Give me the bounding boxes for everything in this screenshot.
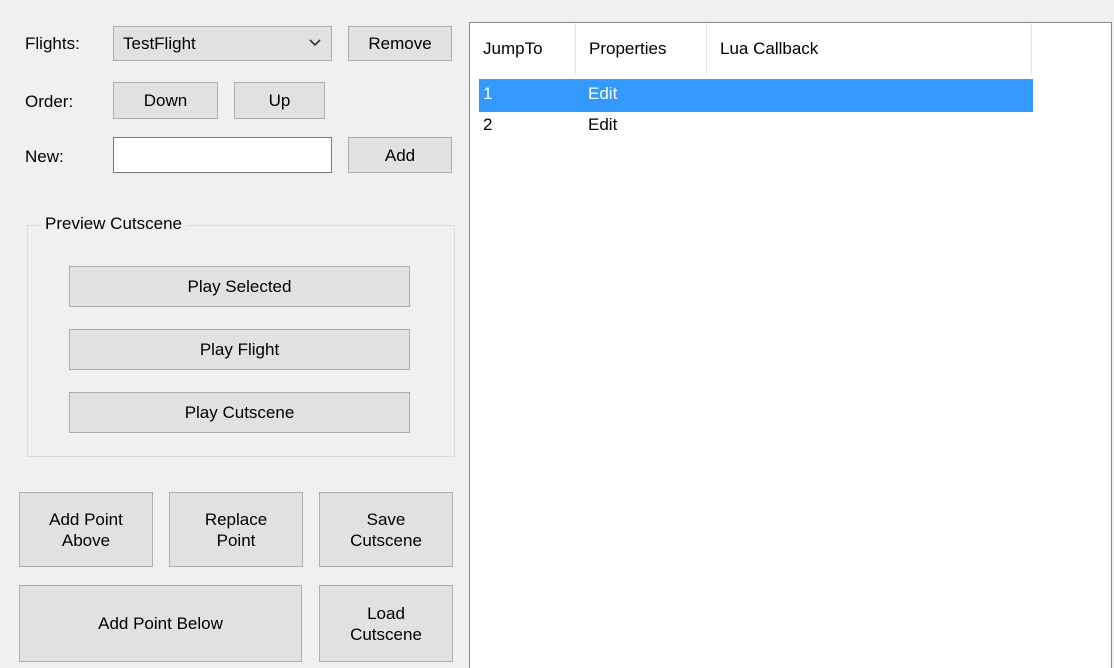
chevron-down-icon (309, 39, 321, 47)
cell-properties[interactable]: Edit (588, 84, 617, 104)
remove-button[interactable]: Remove (348, 26, 452, 61)
flights-label: Flights: (25, 34, 80, 53)
column-header-lua-callback[interactable]: Lua Callback (707, 23, 1032, 75)
cell-jumpto: 1 (483, 84, 493, 103)
points-list-view[interactable]: JumpTo Properties Lua Callback 1 Edit 2 … (469, 22, 1112, 668)
load-cutscene-button[interactable]: Load Cutscene (319, 585, 453, 662)
add-point-above-button[interactable]: Add Point Above (19, 492, 153, 567)
add-point-below-button[interactable]: Add Point Below (19, 585, 302, 662)
order-label: Order: (25, 92, 74, 111)
preview-cutscene-title: Preview Cutscene (41, 214, 187, 234)
cell-properties[interactable]: Edit (588, 115, 617, 135)
column-header-jumpto[interactable]: JumpTo (470, 23, 576, 75)
flights-dropdown-value: TestFlight (123, 33, 196, 53)
replace-point-button[interactable]: Replace Point (169, 492, 303, 567)
play-selected-button[interactable]: Play Selected (69, 266, 410, 307)
column-header-filler (1032, 23, 1111, 75)
column-header-properties[interactable]: Properties (576, 23, 707, 75)
table-row[interactable]: 2 Edit (479, 112, 1033, 145)
up-button[interactable]: Up (234, 82, 325, 119)
table-row[interactable]: 1 Edit (479, 79, 1033, 112)
new-label: New: (25, 147, 64, 166)
play-flight-button[interactable]: Play Flight (69, 329, 410, 370)
down-button[interactable]: Down (113, 82, 218, 119)
cell-jumpto: 2 (483, 115, 493, 134)
save-cutscene-button[interactable]: Save Cutscene (319, 492, 453, 567)
add-button[interactable]: Add (348, 137, 452, 173)
new-flight-input[interactable] (113, 137, 332, 173)
flights-dropdown[interactable]: TestFlight (113, 26, 332, 61)
play-cutscene-button[interactable]: Play Cutscene (69, 392, 410, 433)
